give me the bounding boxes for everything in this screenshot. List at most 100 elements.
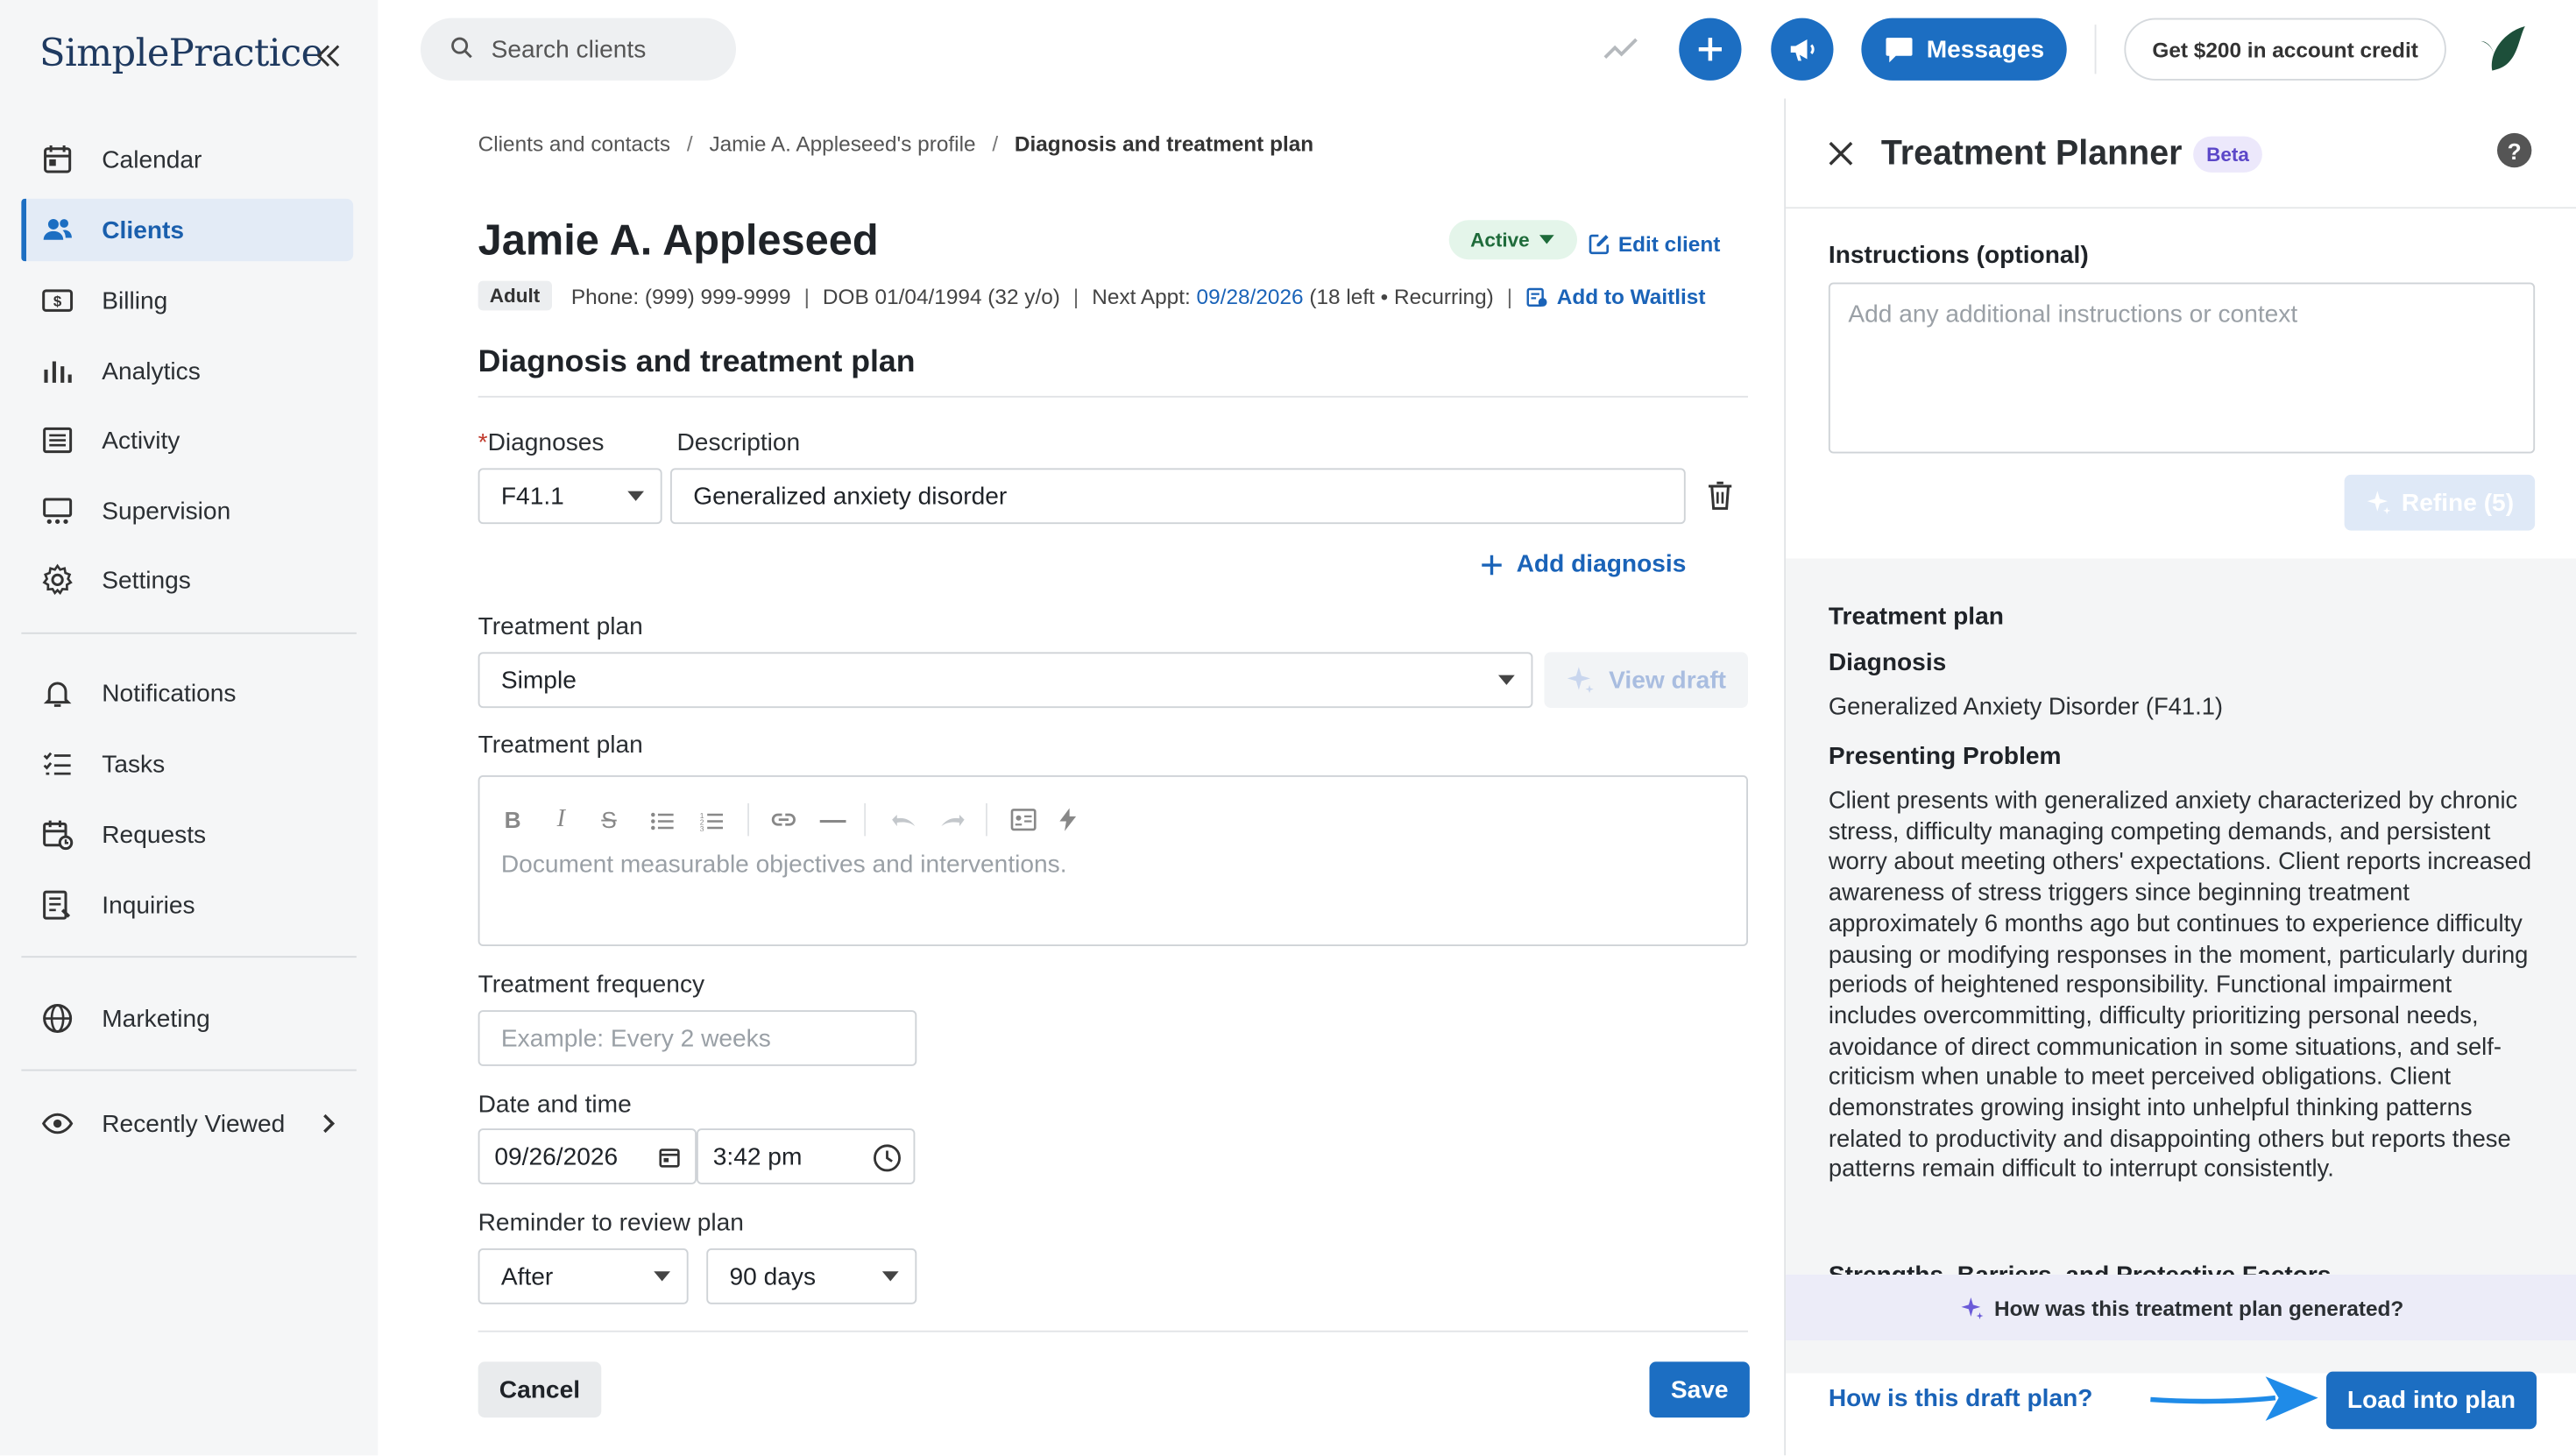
app-root: SimplePractice Calendar Clients $ Billin… bbox=[0, 0, 2576, 1456]
load-into-plan-button[interactable]: Load into plan bbox=[2326, 1371, 2537, 1430]
sidebar-item-requests[interactable]: Requests bbox=[21, 803, 353, 866]
plan-type-select[interactable]: Simple bbox=[478, 652, 1533, 709]
messages-button[interactable]: Messages bbox=[1861, 18, 2067, 81]
draft-feedback-link[interactable]: How is this draft plan? bbox=[1829, 1385, 2093, 1413]
reminder-when-value: After bbox=[500, 1262, 554, 1290]
cancel-button[interactable]: Cancel bbox=[478, 1361, 602, 1418]
sidebar-item-notifications[interactable]: Notifications bbox=[21, 662, 353, 724]
add-button[interactable] bbox=[1679, 18, 1742, 81]
section-divider bbox=[478, 395, 1748, 398]
collapse-sidebar-icon[interactable] bbox=[316, 45, 340, 67]
analytics-icon bbox=[44, 361, 72, 383]
topbar-divider bbox=[2094, 25, 2097, 74]
svg-text:$: $ bbox=[53, 293, 62, 310]
logo[interactable]: SimplePractice bbox=[39, 33, 323, 76]
plan-type-value: Simple bbox=[500, 666, 577, 695]
plan-label: Treatment plan bbox=[478, 731, 643, 760]
client-meta: Adult Phone: (999) 999-9999 | DOB 01/04/… bbox=[478, 280, 1706, 311]
tasks-icon bbox=[43, 752, 71, 775]
sidebar: SimplePractice Calendar Clients $ Billin… bbox=[0, 0, 379, 1456]
caret-down-icon bbox=[654, 1271, 670, 1282]
next-appt-date[interactable]: 09/28/2026 bbox=[1197, 283, 1304, 307]
sidebar-item-recently-viewed[interactable]: Recently Viewed bbox=[21, 1092, 353, 1155]
edit-client-link[interactable]: Edit client bbox=[1589, 231, 1721, 257]
template-card-icon[interactable] bbox=[1010, 809, 1037, 831]
frequency-input[interactable]: Example: Every 2 weeks bbox=[478, 1010, 917, 1066]
reminder-when-select[interactable]: After bbox=[478, 1248, 689, 1304]
reminder-period-select[interactable]: 90 days bbox=[706, 1248, 917, 1304]
breadcrumb-separator: / bbox=[686, 131, 693, 157]
strikethrough-icon[interactable]: S bbox=[601, 807, 617, 833]
redo-icon[interactable] bbox=[938, 809, 968, 830]
sidebar-divider bbox=[21, 956, 357, 958]
next-appt-suffix: (18 left • Recurring) bbox=[1309, 283, 1494, 308]
bullet-list-icon[interactable] bbox=[651, 811, 674, 831]
save-button[interactable]: Save bbox=[1649, 1361, 1750, 1418]
meta-separator: | bbox=[1506, 283, 1513, 308]
refine-button[interactable]: Refine (5) bbox=[2344, 474, 2536, 531]
sidebar-item-label: Inquiries bbox=[102, 891, 195, 920]
sidebar-item-clients[interactable]: Clients bbox=[21, 198, 354, 262]
edit-client-label: Edit client bbox=[1617, 231, 1721, 257]
italic-icon[interactable]: I bbox=[557, 807, 565, 835]
how-generated-link[interactable]: How was this treatment plan generated? bbox=[1786, 1275, 2576, 1340]
brand-leaf-icon[interactable] bbox=[2473, 21, 2529, 77]
requests-icon bbox=[43, 820, 74, 851]
sidebar-item-calendar[interactable]: Calendar bbox=[21, 128, 353, 190]
sidebar-item-billing[interactable]: $ Billing bbox=[21, 270, 353, 332]
sidebar-item-tasks[interactable]: Tasks bbox=[21, 732, 353, 795]
sidebar-item-label: Recently Viewed bbox=[102, 1109, 286, 1138]
frequency-placeholder: Example: Every 2 weeks bbox=[500, 1024, 771, 1052]
time-input[interactable]: 3:42 pm bbox=[697, 1128, 916, 1184]
sidebar-item-analytics[interactable]: Analytics bbox=[21, 340, 353, 402]
search-input[interactable]: Search clients bbox=[421, 18, 736, 81]
diagnosis-code-select[interactable]: F41.1 bbox=[478, 468, 662, 525]
clock-icon[interactable] bbox=[873, 1143, 902, 1173]
help-icon[interactable]: ? bbox=[2497, 132, 2532, 168]
close-icon[interactable] bbox=[1829, 141, 1853, 166]
footer-divider bbox=[478, 1330, 1748, 1332]
lightning-icon[interactable] bbox=[1058, 808, 1079, 831]
diagnosis-description-value: Generalized anxiety disorder bbox=[693, 482, 1008, 511]
trend-icon[interactable] bbox=[1602, 33, 1641, 63]
breadcrumb-profile[interactable]: Jamie A. Appleseed's profile bbox=[709, 131, 975, 156]
announcements-button[interactable] bbox=[1771, 18, 1834, 81]
users-icon bbox=[43, 218, 72, 240]
sidebar-item-marketing[interactable]: Marketing bbox=[21, 987, 353, 1050]
add-to-waitlist-link[interactable]: Add to Waitlist bbox=[1557, 283, 1706, 307]
status-dropdown[interactable]: Active bbox=[1448, 220, 1578, 260]
client-name: Jamie A. Appleseed bbox=[478, 215, 879, 265]
date-input[interactable]: 09/26/2026 bbox=[478, 1128, 697, 1184]
breadcrumb: Clients and contacts / Jamie A. Appleseed'… bbox=[478, 131, 1314, 156]
link-icon[interactable] bbox=[770, 809, 796, 830]
sidebar-item-label: Clients bbox=[102, 216, 185, 244]
supervision-icon bbox=[43, 498, 73, 524]
draft-heading: Treatment plan bbox=[1828, 603, 2004, 631]
globe-icon bbox=[43, 1004, 73, 1033]
diagnosis-description-input[interactable]: Generalized anxiety disorder bbox=[670, 468, 1686, 525]
add-diagnosis-label: Add diagnosis bbox=[1516, 550, 1687, 578]
sidebar-item-inquiries[interactable]: Inquiries bbox=[21, 874, 353, 937]
add-diagnosis-button[interactable]: Add diagnosis bbox=[1480, 550, 1686, 578]
breadcrumb-clients[interactable]: Clients and contacts bbox=[478, 131, 671, 156]
trash-icon[interactable] bbox=[1707, 480, 1733, 512]
sidebar-item-settings[interactable]: Settings bbox=[21, 548, 353, 611]
sidebar-item-activity[interactable]: Activity bbox=[21, 409, 353, 471]
bold-icon[interactable]: B bbox=[505, 807, 521, 833]
account-credit-button[interactable]: Get $200 in account credit bbox=[2124, 18, 2446, 81]
undo-icon[interactable] bbox=[888, 809, 918, 830]
horizontal-rule-icon[interactable] bbox=[819, 820, 846, 823]
view-draft-button[interactable]: View draft bbox=[1544, 652, 1748, 709]
plan-editor[interactable]: B I S 123 Document measurable objectives… bbox=[478, 775, 1748, 946]
sidebar-item-supervision[interactable]: Supervision bbox=[21, 480, 353, 542]
instructions-input[interactable]: Add any additional instructions or conte… bbox=[1828, 282, 2536, 454]
gear-icon bbox=[42, 563, 73, 596]
calendar-icon[interactable] bbox=[659, 1147, 680, 1168]
numbered-list-icon[interactable]: 123 bbox=[700, 811, 723, 831]
billing-icon: $ bbox=[42, 289, 74, 312]
sidebar-divider bbox=[21, 632, 357, 634]
panel-title: Treatment Planner bbox=[1880, 134, 2183, 173]
sidebar-item-label: Supervision bbox=[102, 497, 231, 526]
plus-icon bbox=[1482, 554, 1502, 575]
calendar-icon bbox=[44, 145, 72, 173]
